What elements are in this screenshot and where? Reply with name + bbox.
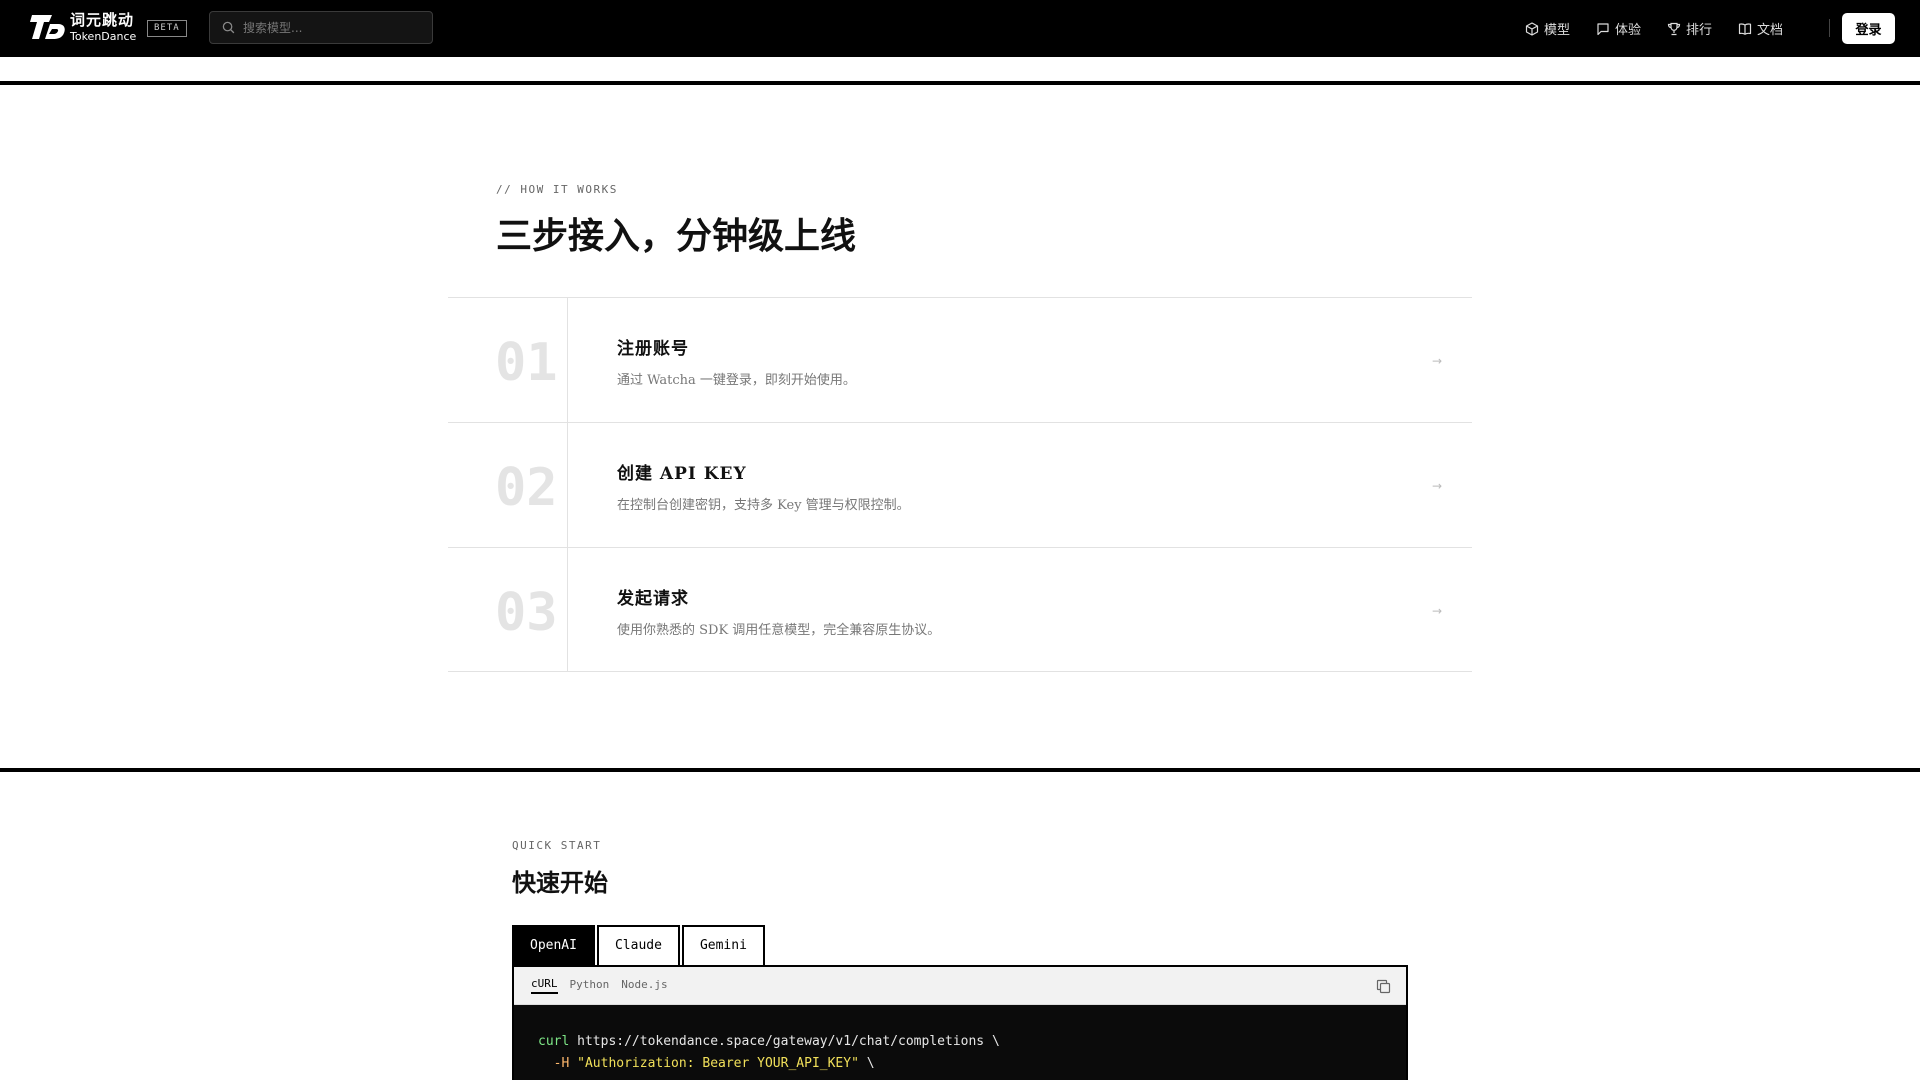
- step-title: 发起请求: [617, 589, 689, 609]
- nav-item-label: 体验: [1615, 23, 1642, 38]
- tab-gemini[interactable]: Gemini: [681, 925, 765, 965]
- step-number: 01: [495, 333, 558, 393]
- code-sample-card: cURL Python Node.js curl https://tokenda…: [512, 965, 1408, 1080]
- nav-item-docs[interactable]: 文档: [1738, 19, 1783, 38]
- section-divider: [0, 81, 1920, 85]
- trophy-icon: [1667, 22, 1681, 35]
- arrow-right-icon: →: [1431, 354, 1442, 368]
- copy-icon[interactable]: [1376, 979, 1391, 994]
- nav-divider: [1829, 19, 1830, 37]
- step-item[interactable]: 03 发起请求 使用你熟悉的 SDK 调用任意模型，完全兼容原生协议。 →: [448, 547, 1472, 672]
- step-number: 02: [495, 458, 558, 518]
- lang-tab-curl[interactable]: cURL: [531, 977, 558, 994]
- quick-start-title: 快速开始: [512, 868, 608, 897]
- tokendance-logo-icon: [30, 15, 65, 39]
- code-command: curl: [538, 1034, 570, 1049]
- search-icon: [222, 21, 235, 34]
- step-item[interactable]: 02 创建 API KEY 在控制台创建密钥，支持多 Key 管理与权限控制。 …: [448, 422, 1472, 547]
- brand-name-en: TokenDance: [70, 29, 137, 43]
- code-block: curl https://tokendance.space/gateway/v1…: [514, 1005, 1406, 1075]
- arrow-right-icon: →: [1431, 479, 1442, 493]
- how-it-works-title: 三步接入，分钟级上线: [496, 215, 857, 257]
- language-tabs: cURL Python Node.js: [514, 967, 1406, 1005]
- step-number: 03: [495, 583, 558, 643]
- nav-item-ranking[interactable]: 排行: [1667, 19, 1712, 38]
- login-button[interactable]: 登录: [1842, 13, 1895, 44]
- chat-bubble-icon: [1597, 22, 1609, 35]
- tab-openai[interactable]: OpenAI: [512, 925, 595, 965]
- nav-item-label: 模型: [1544, 23, 1571, 38]
- section-divider: [0, 768, 1920, 772]
- steps-list: 01 注册账号 通过 Watcha 一键登录，即刻开始使用。 → 02 创建 A…: [448, 297, 1472, 672]
- nav-item-label: 文档: [1757, 23, 1784, 38]
- step-description: 通过 Watcha 一键登录，即刻开始使用。: [617, 373, 856, 388]
- tab-claude[interactable]: Claude: [596, 925, 680, 965]
- search-input[interactable]: [243, 20, 423, 35]
- quick-start-eyebrow: QUICK START: [512, 839, 602, 852]
- code-string: "Authorization: Bearer YOUR_API_KEY": [577, 1056, 859, 1071]
- top-navbar: 词元跳动 TokenDance BETA 模型 体验 排行: [0, 0, 1920, 57]
- main-nav: 模型 体验 排行 文档: [1525, 0, 1809, 57]
- arrow-right-icon: →: [1431, 604, 1442, 618]
- how-it-works-eyebrow: // HOW IT WORKS: [496, 183, 618, 196]
- search-box[interactable]: [209, 11, 433, 44]
- code-url: https://tokendance.space/gateway/v1/chat…: [569, 1034, 1000, 1049]
- cube-icon: [1525, 21, 1539, 36]
- step-description: 使用你熟悉的 SDK 调用任意模型，完全兼容原生协议。: [617, 623, 941, 638]
- step-description: 在控制台创建密钥，支持多 Key 管理与权限控制。: [617, 498, 910, 513]
- provider-tabs: OpenAI Claude Gemini: [512, 925, 767, 967]
- brand-logo[interactable]: 词元跳动 TokenDance: [30, 12, 136, 42]
- nav-item-label: 排行: [1686, 23, 1713, 38]
- nav-item-models[interactable]: 模型: [1525, 19, 1570, 38]
- lang-tab-nodejs[interactable]: Node.js: [621, 978, 667, 993]
- nav-item-playground[interactable]: 体验: [1596, 19, 1641, 38]
- lang-tab-python[interactable]: Python: [570, 978, 610, 993]
- brand-name-cn: 词元跳动: [70, 10, 135, 29]
- beta-badge: BETA: [147, 20, 187, 37]
- code-flag: -H: [538, 1056, 578, 1071]
- code-continuation: \: [858, 1056, 875, 1071]
- book-icon: [1738, 22, 1752, 35]
- step-title: 创建 API KEY: [617, 464, 747, 484]
- step-item[interactable]: 01 注册账号 通过 Watcha 一键登录，即刻开始使用。 →: [448, 297, 1472, 422]
- step-title: 注册账号: [617, 339, 689, 359]
